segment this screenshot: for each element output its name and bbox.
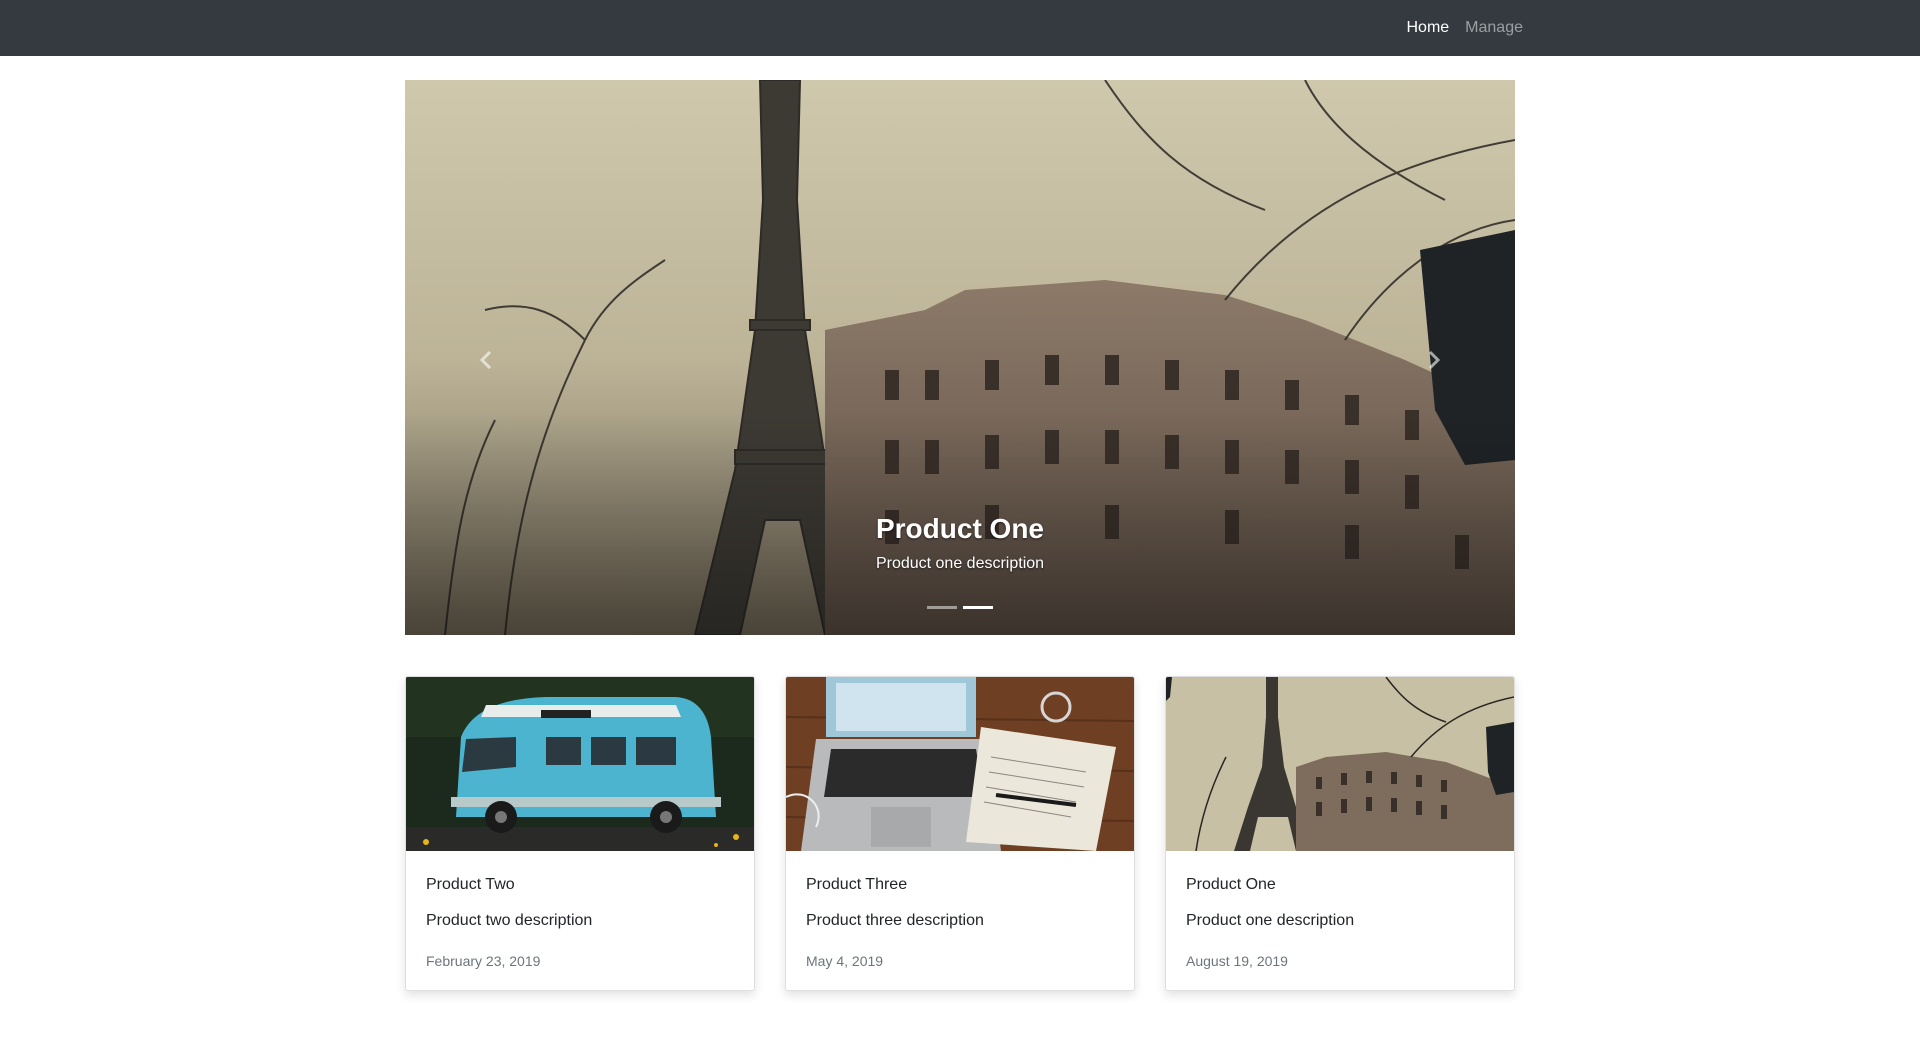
- product-cards: Product Two Product two description Febr…: [405, 676, 1515, 992]
- card-title: Product Three: [806, 876, 908, 893]
- product-card[interactable]: Product Three Product three description …: [785, 676, 1135, 991]
- nav-links: Home Manage: [1406, 0, 1523, 56]
- product-card[interactable]: Product Two Product two description Febr…: [405, 676, 755, 991]
- carousel-prev-button[interactable]: [457, 330, 517, 390]
- carousel-indicator-2[interactable]: [963, 606, 993, 609]
- chevron-left-icon: [479, 350, 492, 370]
- carousel-next-button[interactable]: [1403, 330, 1463, 390]
- card-description: Product two description: [426, 912, 593, 929]
- card-title: Product One: [1186, 876, 1276, 893]
- carousel-caption: Product One Product one description: [405, 512, 1515, 576]
- nav-home-link[interactable]: Home: [1406, 19, 1449, 37]
- chevron-right-icon: [1428, 350, 1441, 370]
- product-card[interactable]: Product One Product one description Augu…: [1165, 676, 1515, 991]
- carousel-indicators: [405, 606, 1515, 609]
- card-date: May 4, 2019: [806, 953, 884, 969]
- nav-manage-link[interactable]: Manage: [1465, 19, 1523, 37]
- card-image-van: [406, 677, 754, 851]
- carousel-indicator-1[interactable]: [927, 606, 957, 609]
- hero-carousel: Product One Product one description: [405, 80, 1515, 635]
- card-title: Product Two: [426, 876, 515, 893]
- carousel-caption-description: Product one description: [875, 555, 1045, 572]
- card-date: August 19, 2019: [1186, 953, 1288, 969]
- card-date: February 23, 2019: [426, 953, 541, 969]
- card-description: Product three description: [806, 912, 984, 929]
- carousel-caption-title: Product One: [875, 513, 1044, 544]
- card-image-eiffel: [1166, 677, 1514, 851]
- card-description: Product one description: [1186, 912, 1355, 929]
- navbar: Home Manage: [0, 0, 1920, 56]
- card-image-laptop: [786, 677, 1134, 851]
